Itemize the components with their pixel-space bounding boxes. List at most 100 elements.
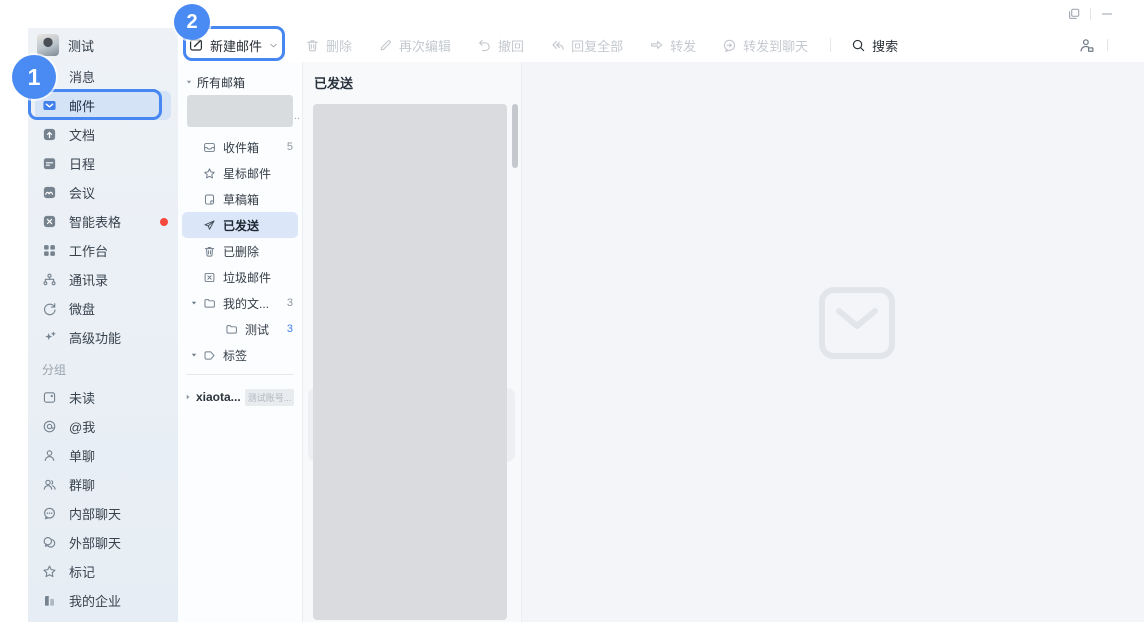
single-icon <box>42 448 57 463</box>
compose-button[interactable]: 新建邮件 <box>188 36 279 55</box>
collapse-arrow-icon[interactable] <box>185 78 193 86</box>
user-row: 测试 <box>28 28 178 62</box>
drive-icon <box>42 301 57 316</box>
folder-label: 垃圾邮件 <box>223 269 271 286</box>
sidebar-item-star[interactable]: 标记 <box>28 557 178 586</box>
sidebar-item-company[interactable]: 我的企业 <box>28 586 178 615</box>
folder-label: 草稿箱 <box>223 191 259 208</box>
sidebar-item-label: 邮件 <box>69 96 95 115</box>
sidebar-item-docs[interactable]: 文档 <box>28 120 178 149</box>
sidebar-item-label: 通讯录 <box>69 270 108 289</box>
folder-item-junk[interactable]: 垃圾邮件 <box>178 264 302 290</box>
sidebar-item-smarttable[interactable]: 智能表格 <box>28 207 178 236</box>
test-folder-icon <box>225 323 238 336</box>
annotation-step-2: 2 <box>174 4 210 40</box>
list-scrollbar[interactable] <box>512 104 518 168</box>
expand-arrow-icon[interactable] <box>184 393 192 401</box>
forward-to-chat-button[interactable]: 转发到聊天 <box>722 36 808 55</box>
edit-again-icon <box>378 38 393 53</box>
read-status-contact-icon[interactable] <box>1078 37 1095 54</box>
external-icon <box>42 535 57 550</box>
search-label: 搜索 <box>872 36 898 55</box>
junk-icon <box>203 271 216 284</box>
sidebar-item-label: 工作台 <box>69 241 108 260</box>
sidebar: 测试 消息邮件文档日程会议智能表格工作台通讯录微盘高级功能 分组 未读@我单聊群… <box>28 28 178 622</box>
forward-icon <box>649 38 664 53</box>
sidebar-main-nav: 消息邮件文档日程会议智能表格工作台通讯录微盘高级功能 <box>28 62 178 352</box>
forward-label: 转发 <box>670 36 696 55</box>
search-icon <box>851 38 866 53</box>
folder-label: 测试 <box>245 321 269 338</box>
sidebar-item-single[interactable]: 单聊 <box>28 441 178 470</box>
sidebar-item-meeting[interactable]: 会议 <box>28 178 178 207</box>
compose-label: 新建邮件 <box>210 36 262 55</box>
chevron-down-icon <box>268 40 279 51</box>
sidebar-item-external[interactable]: 外部聊天 <box>28 528 178 557</box>
account-badge: 测试账号... <box>245 389 295 406</box>
minimize-icon[interactable] <box>1100 7 1114 21</box>
recall-button[interactable]: 撤回 <box>477 36 524 55</box>
sidebar-item-calendar[interactable]: 日程 <box>28 149 178 178</box>
sidebar-item-label: 会议 <box>69 183 95 202</box>
collapse-arrow-icon[interactable] <box>190 351 198 359</box>
sidebar-item-label: 内部聊天 <box>69 504 121 523</box>
secondary-account-row[interactable]: xiaota... 测试账号... <box>178 384 302 410</box>
meeting-icon <box>42 185 57 200</box>
mail-icon <box>42 98 57 113</box>
all-mailboxes-label: 所有邮箱 <box>197 74 245 91</box>
window-controls-divider <box>1090 8 1091 20</box>
folder-item-tags[interactable]: 标签 <box>178 342 302 368</box>
folder-label: 已发送 <box>223 217 259 234</box>
sidebar-item-drive[interactable]: 微盘 <box>28 294 178 323</box>
company-icon <box>42 593 57 608</box>
message-list-title: 已发送 <box>303 62 521 92</box>
folder-item-inbox[interactable]: 收件箱5 <box>178 134 302 160</box>
sidebar-item-mail[interactable]: 邮件 <box>35 91 171 120</box>
forward-button[interactable]: 转发 <box>649 36 696 55</box>
folder-item-my-folder[interactable]: 我的文...3 <box>178 290 302 316</box>
folder-label: 星标邮件 <box>223 165 271 182</box>
folder-count: 3 <box>287 323 293 335</box>
avatar[interactable] <box>37 34 59 56</box>
folder-item-deleted[interactable]: 已删除 <box>178 238 302 264</box>
delete-button[interactable]: 删除 <box>305 36 352 55</box>
tags-icon <box>203 349 216 362</box>
sidebar-item-group[interactable]: 群聊 <box>28 470 178 499</box>
folder-item-starred[interactable]: 星标邮件 <box>178 160 302 186</box>
sidebar-item-unread[interactable]: 未读 <box>28 383 178 412</box>
toolbar-divider <box>830 38 831 52</box>
sidebar-item-contacts[interactable]: 通讯录 <box>28 265 178 294</box>
toolbar-right-divider <box>1107 39 1108 51</box>
sidebar-item-workbench[interactable]: 工作台 <box>28 236 178 265</box>
folder-item-sent[interactable]: 已发送 <box>182 212 298 238</box>
folder-pane: 所有邮箱 .. 收件箱5星标邮件草稿箱已发送已删除垃圾邮件我的文...3测试3标… <box>178 62 302 622</box>
edit-again-label: 再次编辑 <box>399 36 451 55</box>
sidebar-item-advanced[interactable]: 高级功能 <box>28 323 178 352</box>
sidebar-item-at[interactable]: @我 <box>28 412 178 441</box>
message-list-pane: 已发送 <box>302 62 521 622</box>
reading-pane <box>521 62 1144 622</box>
sidebar-item-label: 外部聊天 <box>69 533 121 552</box>
empty-mail-placeholder-icon <box>818 286 896 360</box>
delete-label: 删除 <box>326 36 352 55</box>
folder-item-test-folder[interactable]: 测试 3 <box>178 316 302 342</box>
reply-all-button[interactable]: 回复全部 <box>550 36 623 55</box>
search-button[interactable]: 搜索 <box>851 36 898 55</box>
my-folder-icon <box>203 297 216 310</box>
advanced-icon <box>42 330 57 345</box>
recall-label: 撤回 <box>498 36 524 55</box>
restore-window-icon[interactable] <box>1067 7 1081 21</box>
edit-again-button[interactable]: 再次编辑 <box>378 36 451 55</box>
sidebar-item-internal[interactable]: 内部聊天 <box>28 499 178 528</box>
folder-item-drafts[interactable]: 草稿箱 <box>178 186 302 212</box>
folder-count: 5 <box>287 141 293 153</box>
redacted-message-list[interactable] <box>313 104 507 620</box>
collapse-arrow-icon[interactable] <box>190 299 198 307</box>
sidebar-item-label: 我的企业 <box>69 591 121 610</box>
folder-count: 3 <box>287 297 293 309</box>
internal-icon <box>42 506 57 521</box>
contacts-icon <box>42 272 57 287</box>
toolbar-right <box>1078 37 1108 54</box>
sidebar-group-nav: 未读@我单聊群聊内部聊天外部聊天标记我的企业 <box>28 383 178 615</box>
all-mailboxes-row[interactable]: 所有邮箱 <box>178 70 302 94</box>
